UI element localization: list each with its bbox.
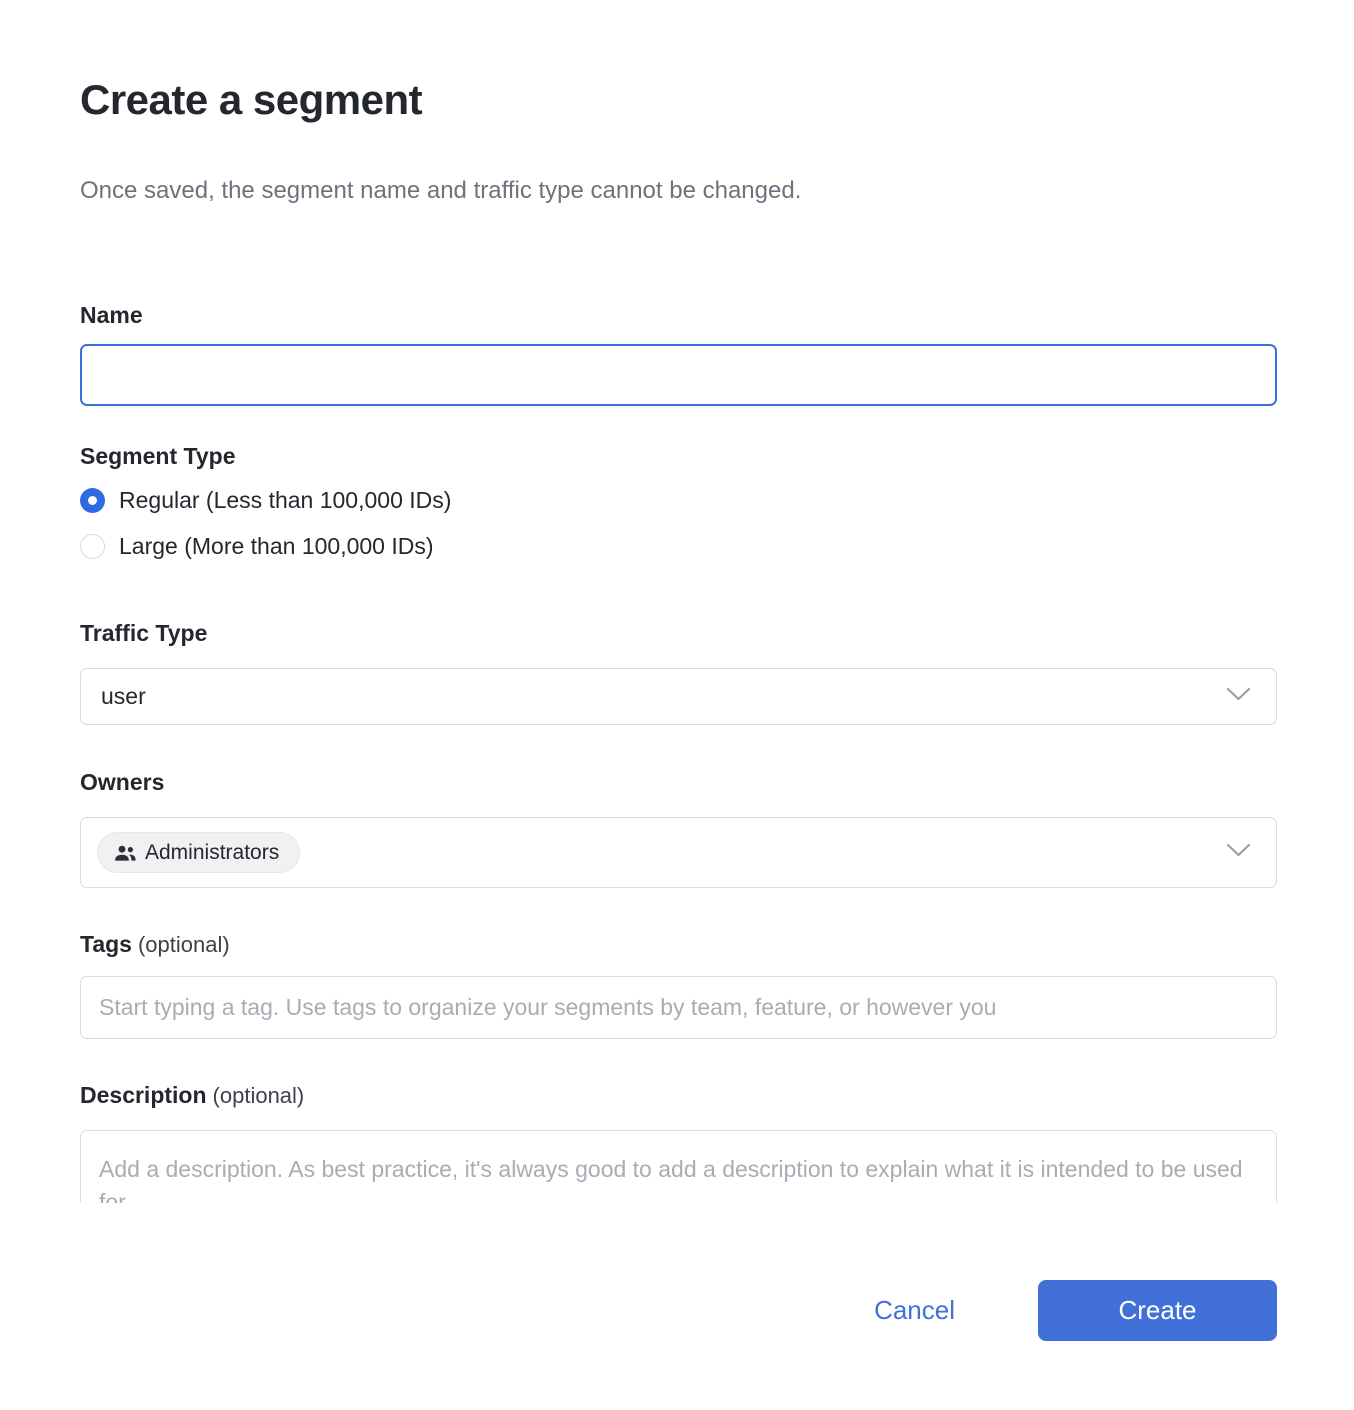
description-clip (80, 1130, 1277, 1203)
cancel-button[interactable]: Cancel (874, 1295, 955, 1326)
create-button[interactable]: Create (1038, 1280, 1277, 1341)
traffic-type-group: Traffic Type user (80, 620, 1277, 725)
owners-select[interactable]: Administrators (80, 817, 1277, 888)
traffic-type-select[interactable]: user (80, 668, 1277, 725)
tags-input[interactable] (80, 976, 1277, 1039)
segment-type-label: Segment Type (80, 443, 1277, 470)
chevron-down-icon (1225, 685, 1252, 708)
create-segment-dialog: Create a segment Once saved, the segment… (0, 0, 1354, 1341)
name-label: Name (80, 302, 1277, 329)
owners-group: Owners Administrators (80, 769, 1277, 888)
tags-group: Tags(optional) (80, 931, 1277, 1039)
owner-chip-label: Administrators (145, 841, 279, 865)
dialog-title: Create a segment (80, 76, 1277, 124)
radio-selected-icon[interactable] (80, 488, 105, 513)
description-textarea[interactable] (80, 1130, 1277, 1203)
radio-option-regular-label: Regular (Less than 100,000 IDs) (119, 487, 451, 514)
chevron-down-icon (1225, 841, 1252, 864)
description-group: Description(optional) (80, 1082, 1277, 1203)
owners-label: Owners (80, 769, 1277, 796)
radio-option-large[interactable]: Large (More than 100,000 IDs) (80, 533, 1277, 560)
dialog-subtitle: Once saved, the segment name and traffic… (80, 177, 1277, 205)
dialog-footer: Cancel Create (80, 1280, 1277, 1341)
radio-option-regular[interactable]: Regular (Less than 100,000 IDs) (80, 487, 1277, 514)
description-optional-suffix: (optional) (213, 1083, 305, 1108)
radio-unselected-icon[interactable] (80, 534, 105, 559)
name-field-group: Name (80, 302, 1277, 406)
traffic-type-value: user (101, 683, 1225, 710)
segment-type-group: Segment Type Regular (Less than 100,000 … (80, 443, 1277, 560)
traffic-type-label: Traffic Type (80, 620, 1277, 647)
name-input[interactable] (80, 344, 1277, 406)
owner-chip-administrators[interactable]: Administrators (97, 832, 300, 873)
tags-optional-suffix: (optional) (138, 932, 230, 957)
radio-option-large-label: Large (More than 100,000 IDs) (119, 533, 434, 560)
tags-label: Tags(optional) (80, 931, 1277, 958)
people-icon (114, 845, 136, 861)
description-label: Description(optional) (80, 1082, 1277, 1109)
